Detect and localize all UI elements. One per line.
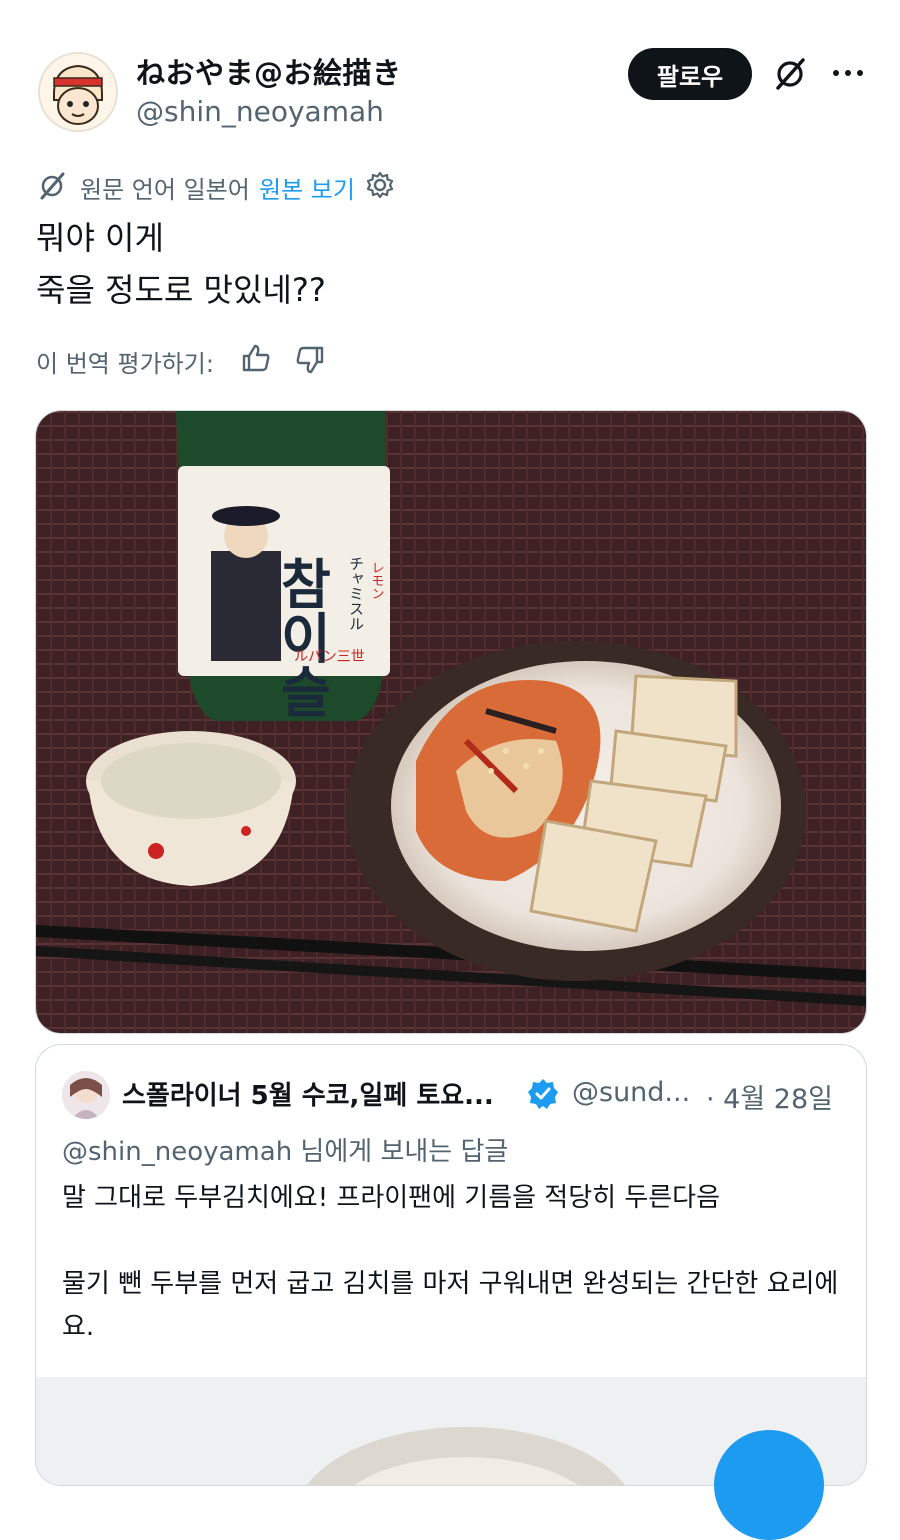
quote-author-avatar[interactable] [62, 1071, 110, 1119]
translation-source-label: 원문 언어 일본어 [80, 176, 250, 204]
bottle-label-kana: チャミスル [347, 556, 365, 631]
post-text: 뭐야 이게 죽을 정도로 맛있네?? [36, 212, 326, 316]
reply-to-label: @shin_neoyamah 님에게 보내는 답글 [62, 1131, 508, 1168]
bottle-label-collab: ルパン三世 [294, 649, 365, 665]
quote-date[interactable]: · 4월 28일 [706, 1077, 833, 1116]
gear-icon[interactable] [365, 170, 395, 200]
post-photo[interactable]: 참이슬 チャミスル レモン ルパン三世 [35, 410, 867, 1034]
compose-fab-button[interactable] [714, 1430, 824, 1540]
grok-icon[interactable] [770, 54, 810, 94]
more-icon[interactable] [828, 58, 868, 88]
thumbs-down-icon[interactable] [294, 344, 326, 376]
quoted-tweet-card[interactable]: 스폴라이너 5월 수코,일페 토요... @sund... · 4월 28일 @… [35, 1044, 867, 1486]
thumbs-up-icon[interactable] [240, 342, 272, 374]
bottle-label-flavor: レモン [369, 561, 384, 600]
author-avatar[interactable] [38, 52, 118, 132]
quote-author-name[interactable]: 스폴라이너 5월 수코,일페 토요... [122, 1075, 494, 1112]
follow-button[interactable]: 팔로우 [628, 48, 752, 100]
quote-text: 말 그대로 두부김치에요! 프라이팬에 기름을 적당히 두른다음 물기 뺀 두부… [62, 1183, 839, 1342]
reply-to-handle[interactable]: @shin_neoyamah [62, 1137, 292, 1167]
translate-icon [36, 170, 68, 202]
author-display-name[interactable]: ねおやま@お絵描き [136, 50, 402, 92]
verified-badge-icon [526, 1077, 560, 1111]
quote-author-handle[interactable]: @sund... [572, 1077, 690, 1108]
show-original-link[interactable]: 원본 보기 [259, 170, 355, 205]
post-text-line-2: 죽을 정도로 맛있네?? [36, 271, 326, 309]
rate-translation-label: 이 번역 평가하기: [36, 350, 214, 378]
author-handle[interactable]: @shin_neoyamah [136, 95, 384, 128]
post-text-line-1: 뭐야 이게 [36, 219, 164, 257]
reply-to-suffix: 님에게 보내는 답글 [292, 1137, 509, 1167]
